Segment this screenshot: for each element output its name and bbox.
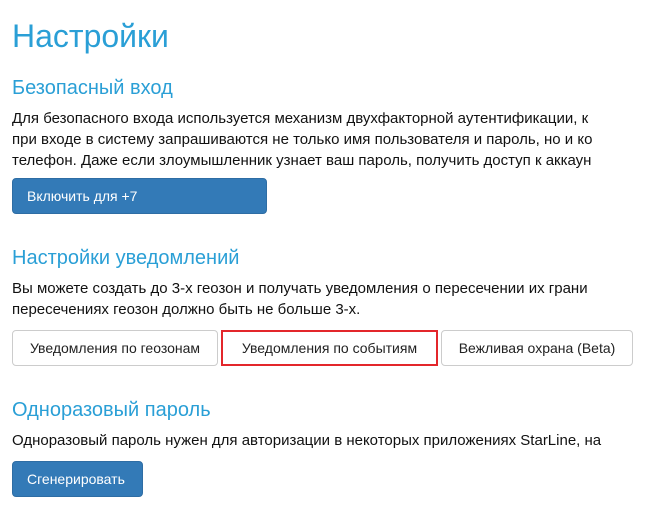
secure-login-line-2: при входе в систему запрашиваются не тол… <box>12 131 593 148</box>
secure-login-line-1: Для безопасного входа используется механ… <box>12 110 589 127</box>
one-time-password-title: Одноразовый пароль <box>12 399 211 421</box>
notifications-line-1: Вы можете создать до 3-х геозон и получа… <box>12 280 588 297</box>
geofence-notifications-button[interactable]: Уведомления по геозонам <box>12 330 218 366</box>
one-time-password-description: Одноразовый пароль нужен для авторизации… <box>12 430 601 451</box>
page-title: Настройки <box>12 18 169 54</box>
one-time-password-line-1: Одноразовый пароль нужен для авторизации… <box>12 432 602 449</box>
notifications-description: Вы можете создать до 3-х геозон и получа… <box>12 278 588 320</box>
event-notifications-button[interactable]: Уведомления по событиям <box>221 330 438 366</box>
settings-page: Настройки Безопасный вход Для безопасног… <box>12 0 668 506</box>
enable-two-factor-button[interactable]: Включить для +7 <box>12 178 267 214</box>
notifications-title: Настройки уведомлений <box>12 247 240 269</box>
notifications-line-2: пересечениях геозон должно быть не больш… <box>12 301 361 318</box>
secure-login-line-3: телефон. Даже если злоумышленник узнает … <box>12 152 592 169</box>
secure-login-description: Для безопасного входа используется механ… <box>12 108 592 171</box>
secure-login-title: Безопасный вход <box>12 77 173 99</box>
generate-password-button[interactable]: Сгенерировать <box>12 461 143 497</box>
polite-guard-button[interactable]: Вежливая охрана (Beta) <box>441 330 633 366</box>
